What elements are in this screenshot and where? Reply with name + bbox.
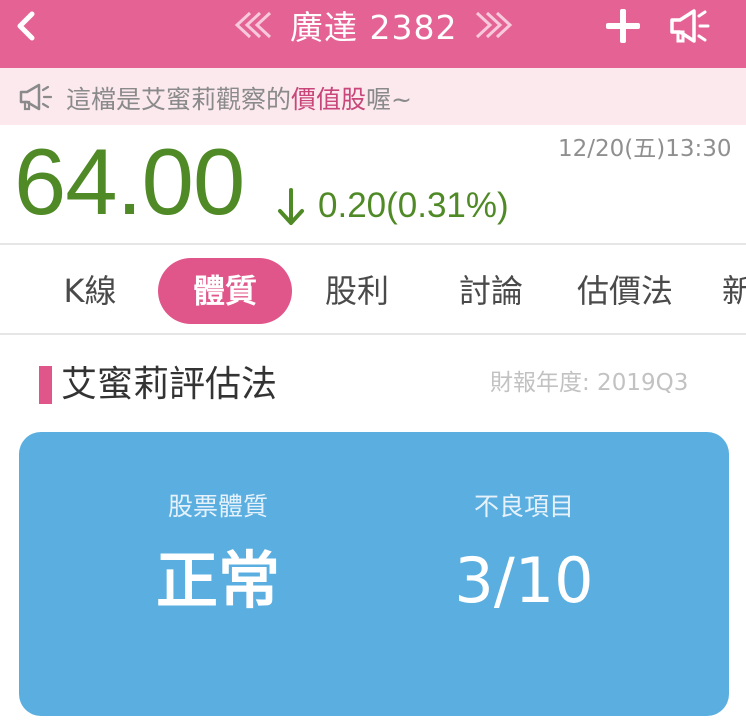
section-title: 艾蜜莉評估法	[61, 364, 278, 405]
notice-bar[interactable]: 這檔是艾蜜莉觀察的價值股喔~	[0, 68, 746, 125]
chevron-left-icon[interactable]	[10, 9, 44, 43]
tab-valuation[interactable]: 估價法	[570, 258, 680, 324]
section-accent-bar	[39, 366, 52, 404]
arrow-down-icon	[278, 188, 304, 225]
stock-health-label: 股票體質	[167, 492, 268, 521]
notice-highlight: 價值股	[291, 85, 367, 114]
notice-text-after: 喔~	[366, 85, 412, 114]
tab-dividend[interactable]: 股利	[307, 258, 407, 324]
quote-timestamp: 12/20(五)13:30	[558, 136, 732, 162]
tab-health[interactable]: 體質	[158, 258, 292, 324]
report-date: 財報年度: 2019Q3	[490, 370, 689, 396]
divider	[0, 333, 746, 335]
plus-icon[interactable]	[603, 6, 643, 46]
header-bar: 廣達 2382	[0, 0, 746, 68]
tab-discussion[interactable]: 討論	[441, 258, 541, 324]
notice-text-before: 這檔是艾蜜莉觀察的	[66, 85, 292, 114]
stock-health-value: 正常	[155, 544, 280, 617]
bad-items-value: 3/10	[454, 544, 594, 617]
tab-news[interactable]: 新	[722, 258, 746, 324]
bad-items-label: 不良項目	[473, 492, 574, 521]
stock-price: 64.00	[14, 129, 245, 234]
tab-kline[interactable]: K線	[40, 258, 140, 324]
megaphone-icon	[19, 83, 53, 111]
divider	[0, 243, 746, 245]
price-change: 0.20(0.31%)	[318, 186, 509, 225]
double-chevron-left-icon[interactable]	[230, 10, 272, 40]
notice-text: 這檔是艾蜜莉觀察的價值股喔~	[66, 80, 412, 116]
stock-title: 廣達 2382	[290, 8, 458, 47]
double-chevron-right-icon[interactable]	[475, 10, 517, 40]
megaphone-icon[interactable]	[668, 6, 712, 46]
stock-title-group: 廣達 2382	[230, 4, 517, 47]
health-summary-card: 股票體質 正常 不良項目 3/10	[19, 432, 729, 716]
